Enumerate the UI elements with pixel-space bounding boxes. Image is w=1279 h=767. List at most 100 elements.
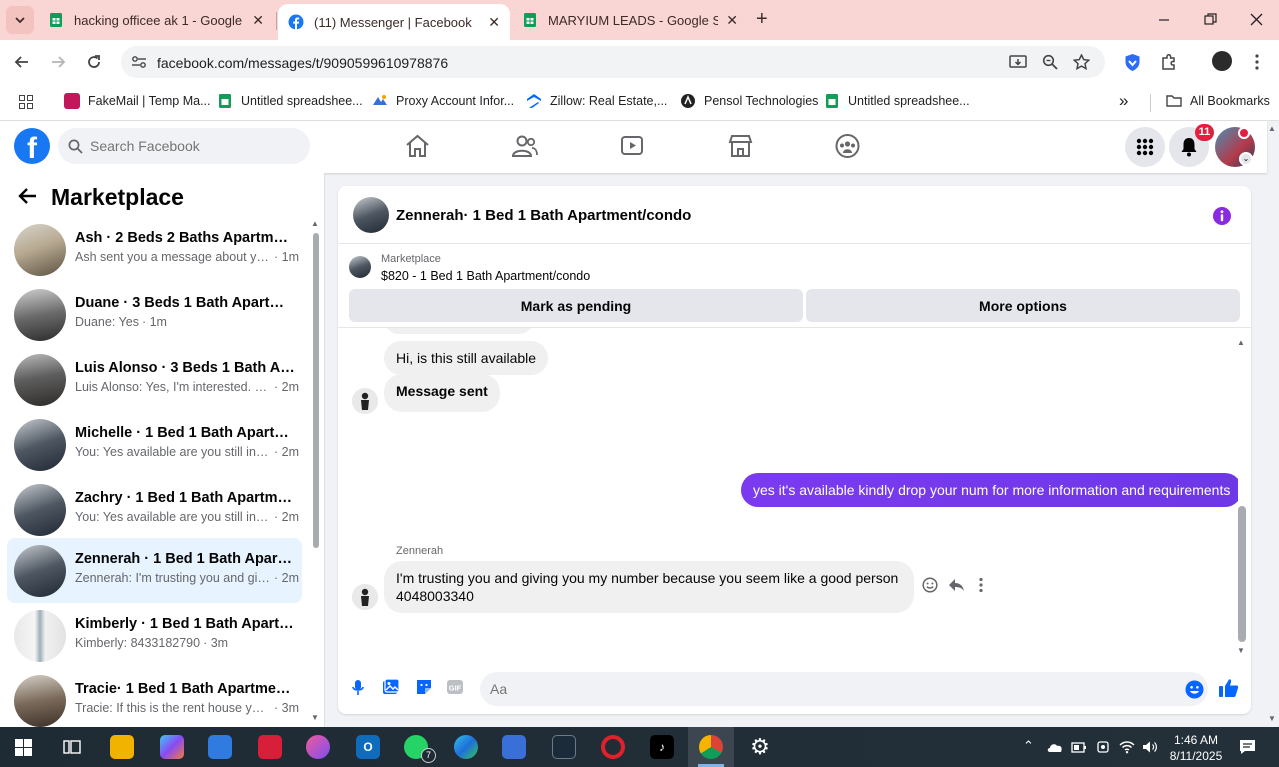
conversation-list-scrollbar[interactable] — [313, 233, 319, 548]
marketplace-icon[interactable] — [728, 134, 753, 158]
all-bookmarks-button[interactable]: All Bookmarks — [1166, 93, 1270, 109]
url-text[interactable]: facebook.com/messages/t/9090599610978876 — [157, 55, 448, 71]
groups-icon[interactable] — [835, 134, 860, 158]
mark-as-pending-button[interactable]: Mark as pending — [349, 289, 803, 322]
react-smiley-icon[interactable] — [922, 577, 938, 593]
video-icon[interactable] — [620, 134, 644, 158]
conversation-item-michelle[interactable]: Michelle · 1 Bed 1 Bath Apartme... You: … — [7, 412, 302, 477]
reply-icon[interactable] — [948, 577, 965, 593]
wifi-icon[interactable] — [1119, 740, 1135, 754]
taskbar-app-icon[interactable] — [258, 735, 282, 759]
conversation-item-ash[interactable]: Ash · 2 Beds 2 Baths Apartment... Ash se… — [7, 217, 302, 282]
tab-maryium-leads[interactable]: MARYIUM LEADS - Google Shee ✕ — [512, 0, 748, 40]
zoom-icon[interactable] — [1042, 54, 1058, 70]
bookmark-proxy-account[interactable]: Proxy Account Infor... — [372, 93, 514, 109]
close-tab-icon[interactable]: ✕ — [488, 14, 500, 31]
install-app-icon[interactable] — [1009, 54, 1027, 70]
tiktok-icon[interactable]: ♪ — [650, 735, 674, 759]
gif-icon[interactable]: GIF — [446, 679, 464, 695]
chrome-icon[interactable] — [699, 735, 723, 759]
more-actions-icon[interactable] — [978, 577, 984, 593]
emoji-icon[interactable] — [1185, 680, 1204, 699]
volume-icon[interactable] — [1142, 740, 1158, 754]
message-bubble-outgoing[interactable]: yes it's available kindly drop your num … — [741, 473, 1238, 507]
chevron-up-icon[interactable]: ⌃ — [1023, 738, 1034, 754]
more-bookmarks-button[interactable]: » — [1119, 91, 1128, 111]
file-explorer-icon[interactable] — [110, 735, 134, 759]
sticker-icon[interactable] — [415, 678, 433, 696]
opera-icon[interactable] — [601, 735, 625, 759]
bookmark-star-icon[interactable] — [1073, 54, 1090, 70]
outlook-icon[interactable]: O — [356, 735, 380, 759]
menu-button[interactable] — [1125, 127, 1165, 167]
minimize-icon[interactable] — [1158, 14, 1170, 26]
scroll-up-arrow[interactable]: ▲ — [311, 219, 319, 228]
bookmark-untitled-spreadsheet-2[interactable]: Untitled spreadshee... — [824, 93, 970, 109]
apps-grid-icon[interactable] — [19, 95, 33, 109]
conversation-item-zachry[interactable]: Zachry · 1 Bed 1 Bath Apartment... You: … — [7, 477, 302, 542]
chevron-down-icon[interactable]: ⌄ — [1239, 152, 1253, 166]
page-scroll-up-arrow[interactable]: ▲ — [1268, 124, 1276, 133]
scroll-down-arrow[interactable]: ▼ — [311, 713, 319, 722]
windows-start-icon[interactable] — [15, 739, 32, 756]
message-bubble-incoming[interactable]: Hi, is this still available — [384, 341, 549, 375]
info-icon[interactable] — [1212, 206, 1232, 226]
listing-thumbnail[interactable] — [349, 256, 371, 278]
back-arrow-icon[interactable] — [14, 54, 30, 70]
onedrive-cloud-icon[interactable] — [1046, 742, 1064, 753]
bookmark-pensol[interactable]: Pensol Technologies — [680, 93, 818, 109]
new-tab-button[interactable]: + — [756, 8, 768, 31]
battery-status-icon[interactable] — [1071, 740, 1087, 754]
like-thumb-icon[interactable] — [1218, 678, 1239, 698]
bookmark-fakemail[interactable]: FakeMail | Temp Ma... — [64, 93, 211, 109]
puzzle-extensions-icon[interactable] — [1160, 53, 1178, 71]
restore-icon[interactable] — [1204, 13, 1217, 26]
conversation-item-luis-alonso[interactable]: Luis Alonso · 3 Beds 1 Bath Apar... Luis… — [7, 347, 302, 412]
scroll-up-arrow[interactable]: ▲ — [1237, 338, 1245, 347]
task-view-icon[interactable] — [63, 739, 81, 755]
close-tab-icon[interactable]: ✕ — [726, 12, 738, 29]
taskbar-app-icon[interactable] — [502, 735, 526, 759]
system-clock[interactable]: 1:46 AM 8/11/2025 — [1163, 732, 1229, 764]
settings-gear-icon[interactable]: ⚙ — [748, 734, 772, 759]
back-arrow-icon[interactable] — [18, 187, 38, 211]
chat-avatar[interactable] — [353, 197, 389, 233]
profile-avatar-icon[interactable] — [1212, 51, 1232, 71]
photo-icon[interactable] — [382, 678, 400, 696]
friends-icon[interactable] — [512, 134, 538, 158]
kebab-menu-icon[interactable] — [1254, 54, 1260, 70]
tab-search-button[interactable] — [6, 6, 34, 34]
message-bubble-incoming[interactable]: I'm trusting you and giving you my numbe… — [384, 561, 914, 613]
conversation-item-zennerah[interactable]: Zennerah · 1 Bed 1 Bath Apartm... Zenner… — [7, 538, 302, 603]
taskbar-app-icon[interactable] — [306, 735, 330, 759]
facebook-logo[interactable]: f — [14, 128, 50, 164]
bookmark-untitled-spreadsheet-1[interactable]: Untitled spreadshee... — [217, 93, 363, 109]
reload-icon[interactable] — [86, 54, 102, 70]
taskbar-app-icon[interactable] — [552, 735, 576, 759]
listing-title[interactable]: $820 - 1 Bed 1 Bath Apartment/condo — [381, 269, 590, 283]
site-info-icon[interactable] — [131, 55, 147, 69]
microphone-icon[interactable] — [352, 679, 364, 697]
address-bar[interactable]: facebook.com/messages/t/9090599610978876 — [121, 46, 1105, 78]
tab-hacking-officee[interactable]: hacking officee ak 1 - Google Sh ✕ — [38, 0, 274, 40]
message-input[interactable] — [480, 672, 1208, 706]
home-icon[interactable] — [405, 134, 430, 158]
message-thread-scrollbar[interactable] — [1238, 506, 1246, 642]
conversation-item-duane[interactable]: Duane · 3 Beds 1 Bath Apartmen... Duane:… — [7, 282, 302, 347]
scroll-down-arrow[interactable]: ▼ — [1237, 646, 1245, 655]
bookmark-zillow[interactable]: Zillow: Real Estate,... — [526, 93, 667, 109]
forward-arrow-icon[interactable] — [50, 54, 66, 70]
search-facebook-input[interactable] — [58, 128, 310, 164]
more-options-button[interactable]: More options — [806, 289, 1240, 322]
meet-now-icon[interactable] — [1096, 740, 1110, 754]
chat-title[interactable]: Zennerah· 1 Bed 1 Bath Apartment/condo — [396, 207, 691, 224]
shield-extension-icon[interactable] — [1124, 53, 1141, 72]
microsoft-store-icon[interactable] — [208, 735, 232, 759]
conversation-item-kimberly[interactable]: Kimberly · 1 Bed 1 Bath Apartme... Kimbe… — [7, 603, 302, 668]
edge-icon[interactable] — [454, 735, 478, 759]
close-window-icon[interactable] — [1250, 13, 1263, 26]
page-scroll-down-arrow[interactable]: ▼ — [1268, 714, 1276, 723]
message-bubble-incoming[interactable]: Message sent — [384, 374, 500, 412]
copilot-icon[interactable] — [160, 735, 184, 759]
tab-messenger[interactable]: (11) Messenger | Facebook ✕ — [278, 4, 510, 40]
